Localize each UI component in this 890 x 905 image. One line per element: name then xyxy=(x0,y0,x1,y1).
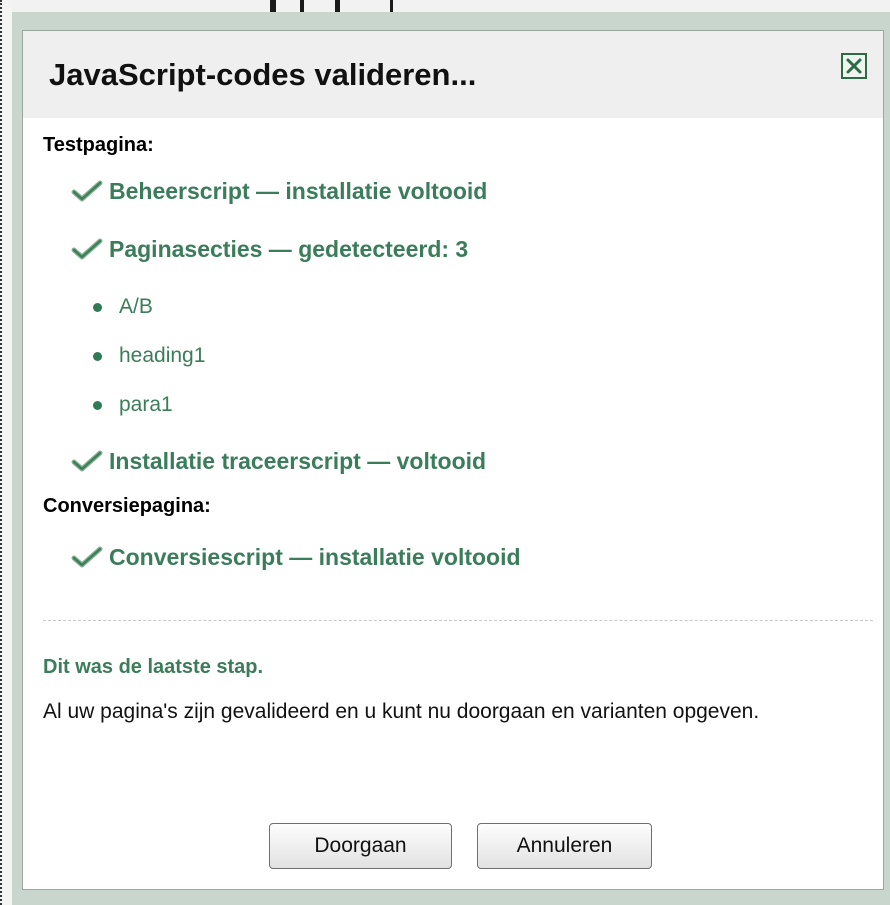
tracking-script-status: Installatie traceerscript — voltooid xyxy=(71,446,486,476)
background-window-strip xyxy=(0,0,890,12)
section-list-item: A/B xyxy=(93,293,153,321)
background-window-edge xyxy=(0,0,12,905)
dialog-title: JavaScript-codes valideren... xyxy=(49,57,477,92)
checkmark-icon xyxy=(71,176,109,206)
section-name: heading1 xyxy=(119,344,206,367)
section-name: A/B xyxy=(119,295,153,318)
section-name: para1 xyxy=(119,393,173,416)
checkmark-icon xyxy=(71,446,109,476)
continue-button[interactable]: Doorgaan xyxy=(269,823,452,869)
divider xyxy=(43,620,873,621)
close-button[interactable] xyxy=(841,53,867,79)
bullet-icon xyxy=(93,351,102,361)
final-step-text: Al uw pagina's zijn gevalideerd en u kun… xyxy=(43,700,760,723)
conversion-page-heading: Conversiepagina: xyxy=(43,495,211,517)
page-sections-status: Paginasecties — gedetecteerd: 3 xyxy=(71,234,468,264)
conversion-script-text: Conversiescript — installatie voltooid xyxy=(109,543,521,570)
section-list-item: heading1 xyxy=(93,342,205,370)
cancel-button[interactable]: Annuleren xyxy=(477,823,652,869)
bullet-icon xyxy=(93,302,102,312)
close-icon xyxy=(846,58,862,74)
checkmark-icon xyxy=(71,542,109,572)
dialog-titlebar: JavaScript-codes valideren... xyxy=(23,31,883,118)
admin-script-status: Beheerscript — installatie voltooid xyxy=(71,176,487,206)
tracking-script-text: Installatie traceerscript — voltooid xyxy=(109,447,487,474)
page-sections-text: Paginasecties — gedetecteerd: 3 xyxy=(109,235,469,262)
section-list-item: para1 xyxy=(93,391,173,419)
final-step-title: Dit was de laatste stap. xyxy=(43,656,264,678)
admin-script-text: Beheerscript — installatie voltooid xyxy=(109,177,488,204)
checkmark-icon xyxy=(71,234,109,264)
bullet-icon xyxy=(93,400,102,410)
validation-dialog: JavaScript-codes valideren... Testpagina… xyxy=(22,30,884,890)
conversion-script-status: Conversiescript — installatie voltooid xyxy=(71,542,521,572)
test-page-heading: Testpagina: xyxy=(43,134,154,156)
